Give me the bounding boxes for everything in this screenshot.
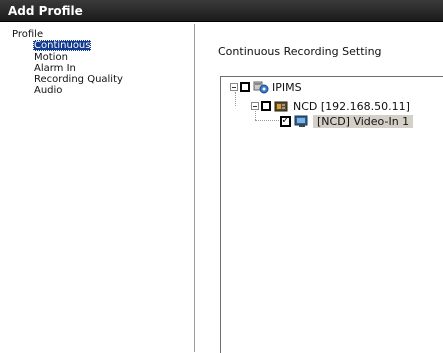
profile-tree: Profile Continuous Motion Alarm In Recor… (8, 24, 195, 352)
tree-label-video-in[interactable]: [NCD] Video-In 1 (313, 114, 414, 128)
settings-panel: Continuous Recording Setting IPIMS NCD [… (196, 24, 443, 353)
tree-node-video-in: ✓ [NCD] Video-In 1 (280, 113, 414, 129)
window-titlebar: Add Profile (0, 0, 443, 22)
profile-item-motion[interactable]: Motion (34, 52, 68, 63)
collapse-toggle[interactable] (251, 102, 259, 110)
profile-item-audio[interactable]: Audio (34, 85, 62, 96)
setting-title: Continuous Recording Setting (218, 45, 382, 58)
tree-label-ncd[interactable]: NCD [192.168.50.11] (293, 100, 410, 113)
camera-icon (294, 114, 310, 128)
profile-item-alarm-in[interactable]: Alarm In (34, 63, 76, 74)
tree-node-ncd: NCD [192.168.50.11] (251, 98, 410, 114)
profile-item-continuous[interactable]: Continuous (33, 40, 92, 51)
checkbox-video-in[interactable]: ✓ (280, 115, 291, 127)
window-title: Add Profile (8, 4, 83, 18)
server-icon (253, 80, 269, 94)
profile-tree-root[interactable]: Profile (12, 29, 43, 40)
ncd-device-icon (274, 99, 290, 113)
profile-item-recording-quality[interactable]: Recording Quality (34, 74, 123, 85)
collapse-toggle[interactable] (230, 83, 238, 91)
tree-connector-line (255, 120, 279, 121)
tree-node-ipims: IPIMS (230, 79, 302, 95)
device-tree: IPIMS NCD [192.168.50.11] ✓ [NCD] Video-… (220, 76, 443, 353)
tree-label-ipims[interactable]: IPIMS (272, 81, 302, 94)
checkbox-ncd[interactable] (261, 101, 271, 111)
checkbox-ipims[interactable] (240, 82, 250, 92)
